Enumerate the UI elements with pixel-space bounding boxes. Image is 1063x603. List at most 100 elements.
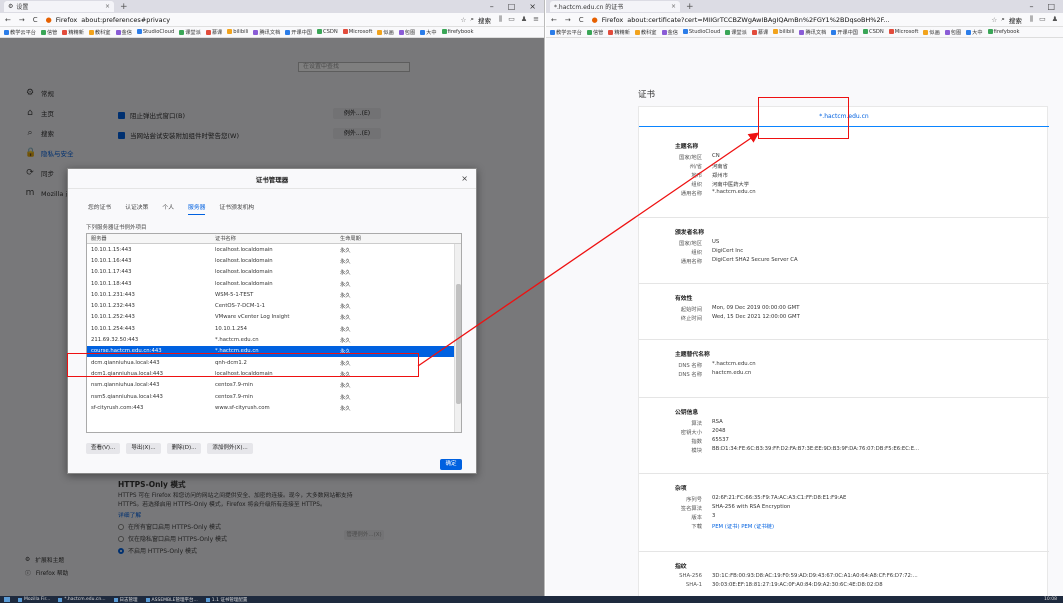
bookmark-item[interactable]: 大中 bbox=[966, 29, 983, 36]
library-icon[interactable]: ⫼ bbox=[499, 15, 502, 24]
scrollbar-thumb[interactable] bbox=[456, 284, 461, 404]
new-tab-icon[interactable]: + bbox=[686, 2, 694, 12]
column-header-cert-name[interactable]: 证书名称 bbox=[211, 235, 336, 242]
bookmark-item[interactable]: 教学云平台 bbox=[550, 29, 582, 36]
bookmark-item[interactable]: StudioCloud bbox=[682, 29, 720, 35]
taskbar-item[interactable]: ASSEMBLE管理平台... bbox=[145, 597, 198, 603]
bookmark-item[interactable]: 教学云平台 bbox=[4, 29, 36, 36]
taskbar-item[interactable]: Mozilla Fir... bbox=[18, 597, 50, 602]
tab-certificate[interactable]: *.hactcm.edu.cn 的证书 × bbox=[550, 1, 680, 12]
address-bar[interactable]: ● Firefox about:preferences#privacy ☆ ⌕ … bbox=[46, 15, 491, 25]
table-row[interactable]: sf-cityrush.com:443 www.sf-cityrush.com 永久 bbox=[87, 402, 461, 413]
search-icon[interactable]: ⌕ bbox=[470, 15, 474, 24]
bookmark-item[interactable]: firefybook bbox=[987, 29, 1019, 35]
close-icon[interactable]: × bbox=[105, 3, 110, 10]
bookmark-item[interactable]: 教科室 bbox=[88, 29, 111, 36]
bookmark-item[interactable]: bilibili bbox=[773, 29, 794, 35]
delete-button[interactable]: 删除(D)... bbox=[166, 443, 202, 454]
table-row[interactable]: 10.10.1.15:443 localhost.localdomain 永久 bbox=[87, 244, 461, 255]
bookmark-item[interactable]: 精精新 bbox=[62, 29, 84, 36]
maximize-icon[interactable]: □ bbox=[1047, 2, 1055, 11]
bookmark-item[interactable]: 金信 bbox=[115, 29, 132, 36]
table-row[interactable]: 10.10.1.18:443 localhost.localdomain 永久 bbox=[87, 278, 461, 289]
bookmark-item[interactable]: 似画 bbox=[923, 29, 940, 36]
reload-icon[interactable]: C bbox=[33, 16, 38, 24]
bookmark-item[interactable]: 信管 bbox=[40, 29, 57, 36]
sidebar-icon[interactable]: ▭ bbox=[1039, 15, 1046, 24]
view-button[interactable]: 查看(V)... bbox=[86, 443, 121, 454]
star-icon[interactable]: ☆ bbox=[991, 16, 997, 24]
bookmark-item[interactable]: 包图 bbox=[398, 29, 415, 36]
reload-icon[interactable]: C bbox=[579, 16, 584, 24]
tab-settings[interactable]: ⚙ 设置 × bbox=[4, 1, 114, 12]
menu-icon[interactable]: ≡ bbox=[533, 15, 539, 24]
library-icon[interactable]: ⫼ bbox=[1030, 15, 1033, 24]
table-row[interactable]: 10.10.1.232:443 CentOS-7-DCM-1-1 永久 bbox=[87, 300, 461, 311]
bookmark-item[interactable]: 腾讯文档 bbox=[253, 29, 280, 36]
table-row[interactable]: nsm.qianniuhua.local:443 centos7.9-min 永久 bbox=[87, 380, 461, 391]
close-icon[interactable]: × bbox=[671, 3, 676, 10]
close-window-icon[interactable]: × bbox=[529, 2, 536, 11]
bookmark-item[interactable]: 课堂派 bbox=[179, 29, 201, 36]
table-row[interactable]: 211.69.32.50:443 *.hactcm.edu.cn 永久 bbox=[87, 334, 461, 345]
bookmark-item[interactable]: 信管 bbox=[586, 29, 603, 36]
bookmark-item[interactable]: 慕课 bbox=[751, 29, 768, 36]
minimize-icon[interactable]: – bbox=[490, 2, 494, 11]
dialog-tab[interactable]: 个人 bbox=[162, 202, 174, 215]
bookmark-item[interactable]: Microsoft bbox=[342, 29, 372, 35]
table-row[interactable]: 10.10.1.16:443 localhost.localdomain 永久 bbox=[87, 255, 461, 266]
dialog-tab[interactable]: 您的证书 bbox=[88, 202, 111, 215]
bookmark-item[interactable]: bilibili bbox=[227, 29, 248, 35]
taskbar-item[interactable]: *.hactcm.edu.cn... bbox=[58, 597, 106, 602]
back-icon[interactable]: ← bbox=[551, 16, 557, 24]
bookmark-item[interactable]: Microsoft bbox=[888, 29, 918, 35]
table-row[interactable]: 10.10.1.254:443 10.10.1.254 永久 bbox=[87, 323, 461, 334]
minimize-icon[interactable]: – bbox=[1029, 2, 1033, 11]
close-icon[interactable]: × bbox=[461, 174, 468, 183]
taskbar-item[interactable]: 1.1 证书管理配置 bbox=[205, 597, 247, 603]
bookmark-item[interactable]: firefybook bbox=[441, 29, 473, 35]
field-value[interactable]: PEM (证书) PEM (证书链) bbox=[712, 522, 774, 530]
account-icon[interactable]: ♟ bbox=[521, 15, 527, 24]
maximize-icon[interactable]: □ bbox=[508, 2, 516, 11]
bookmark-item[interactable]: 课堂派 bbox=[725, 29, 747, 36]
column-header-lifetime[interactable]: 生命周期 bbox=[336, 235, 446, 242]
bookmark-item[interactable]: 大中 bbox=[420, 29, 437, 36]
sidebar-icon[interactable]: ▭ bbox=[508, 15, 515, 24]
windows-start-icon[interactable] bbox=[4, 597, 10, 602]
dialog-tab[interactable]: 证书颁发机构 bbox=[219, 202, 254, 215]
table-scrollbar[interactable] bbox=[454, 244, 461, 432]
forward-icon[interactable]: → bbox=[19, 16, 25, 24]
search-icon[interactable]: ⌕ bbox=[1001, 15, 1005, 24]
back-icon[interactable]: ← bbox=[5, 16, 11, 24]
ok-button[interactable]: 确定 bbox=[440, 459, 462, 470]
add-exception-button[interactable]: 添加例外(X)... bbox=[207, 443, 253, 454]
bookmark-item[interactable]: 精精新 bbox=[608, 29, 630, 36]
bookmark-item[interactable]: 包图 bbox=[944, 29, 961, 36]
bookmark-item[interactable]: 教科室 bbox=[634, 29, 657, 36]
bookmark-item[interactable]: StudioCloud bbox=[136, 29, 174, 35]
new-tab-icon[interactable]: + bbox=[120, 2, 128, 12]
bookmark-item[interactable]: 慕课 bbox=[205, 29, 222, 36]
bookmark-item[interactable]: CSDN bbox=[862, 29, 884, 35]
bookmark-item[interactable]: 似画 bbox=[377, 29, 394, 36]
cert-field: SHA-1 30:03:0E:EF:18:81:27:19:AC:0F:A0:84… bbox=[639, 582, 883, 588]
address-bar[interactable]: ● Firefox about:certificate?cert=MIIGrTC… bbox=[592, 15, 1022, 25]
table-row[interactable]: nsm5.qianniuhua.local:443 centos7.9-min 永久 bbox=[87, 391, 461, 402]
export-button[interactable]: 导出(X)... bbox=[126, 443, 161, 454]
account-icon[interactable]: ♟ bbox=[1052, 15, 1058, 24]
forward-icon[interactable]: → bbox=[565, 16, 571, 24]
star-icon[interactable]: ☆ bbox=[461, 16, 467, 24]
dialog-tab[interactable]: 认证决策 bbox=[125, 202, 148, 215]
dialog-tab[interactable]: 服务器 bbox=[188, 202, 206, 215]
table-row[interactable]: 10.10.1.17:443 localhost.localdomain 永久 bbox=[87, 267, 461, 278]
bookmark-item[interactable]: 开课中国 bbox=[831, 29, 858, 36]
bookmark-item[interactable]: 开课中国 bbox=[285, 29, 312, 36]
bookmark-item[interactable]: 金信 bbox=[661, 29, 678, 36]
table-row[interactable]: 10.10.1.231:443 WSM-5-1-TEST 永久 bbox=[87, 289, 461, 300]
table-row[interactable]: 10.10.1.252:443 VMware vCenter Log Insigh… bbox=[87, 312, 461, 323]
bookmark-item[interactable]: CSDN bbox=[316, 29, 338, 35]
taskbar-item[interactable]: 日志管理 bbox=[113, 597, 138, 603]
column-header-server[interactable]: 服务器 bbox=[87, 235, 211, 242]
bookmark-item[interactable]: 腾讯文档 bbox=[799, 29, 826, 36]
